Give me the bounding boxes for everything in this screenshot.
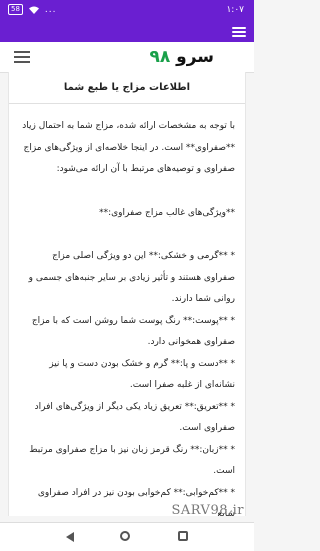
article-bullet: * **گرمی و خشکی:** این دو ویژگی اصلی مزا… xyxy=(28,251,235,304)
logo-text: سرو xyxy=(176,47,214,67)
home-circle-icon[interactable] xyxy=(120,531,130,541)
drawer-menu-icon[interactable] xyxy=(232,27,246,37)
hamburger-icon[interactable] xyxy=(14,51,30,63)
top-app-bar xyxy=(0,22,254,42)
article-bullet: * **تعریق:** تعریق زیاد یکی دیگر از ویژگ… xyxy=(34,401,235,434)
recent-square-icon[interactable] xyxy=(178,531,188,541)
site-logo[interactable]: سرو ۹۸ xyxy=(149,47,214,67)
status-bar: 58 ... ۱:۰۷ xyxy=(0,0,254,22)
status-left: 58 ... xyxy=(8,4,57,15)
article-title: اطلاعات مزاج یا طبع شما xyxy=(9,82,245,104)
back-triangle-icon[interactable] xyxy=(66,532,74,542)
battery-icon: 58 xyxy=(8,4,23,15)
logo-number: ۹۸ xyxy=(149,47,171,67)
article-paragraph: با توجه به مشخصات ارائه شده، مزاج شما به… xyxy=(22,121,235,174)
wifi-icon xyxy=(28,6,39,14)
status-time: ۱:۰۷ xyxy=(226,5,244,15)
article-heading: **ویژگی‌های غالب مزاج صفراوی:** xyxy=(99,207,235,218)
article-content: با توجه به مشخصات ارائه شده، مزاج شما به… xyxy=(9,104,245,516)
article-card: اطلاعات مزاج یا طبع شما با توجه به مشخصا… xyxy=(8,72,246,516)
watermark: SARV98.ir xyxy=(171,503,244,518)
overflow-dots: ... xyxy=(44,4,57,15)
site-header: سرو ۹۸ xyxy=(0,42,254,73)
system-nav-bar xyxy=(0,522,254,551)
article-bullet: * **پوست:** رنگ پوست شما روشن است که با … xyxy=(31,315,235,348)
article-bullet: * **دست و پا:** گرم و خشک بودن دست و پا … xyxy=(49,358,235,391)
article-bullet: * **زبان:** رنگ قرمز زبان نیز با مزاج صف… xyxy=(29,444,235,477)
